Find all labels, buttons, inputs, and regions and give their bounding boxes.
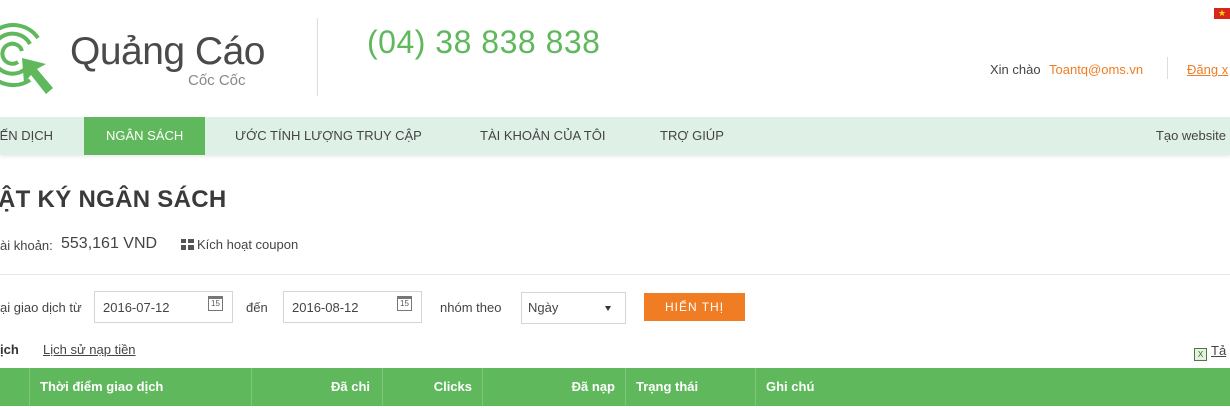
column-header-status[interactable]: Trạng thái	[626, 368, 756, 406]
calendar-icon[interactable]: 15	[397, 296, 412, 311]
header-divider	[317, 18, 318, 96]
show-button[interactable]: HIỂN THỊ	[644, 293, 745, 321]
user-divider	[1167, 57, 1168, 79]
nav-item-campaigns[interactable]: IẾN DỊCH	[0, 117, 53, 155]
nav-item-traffic-estimate[interactable]: ƯỚC TÍNH LƯỢNG TRUY CẬP	[235, 117, 422, 155]
user-email-link[interactable]: Toantq@oms.vn	[1049, 62, 1143, 77]
nav-item-help[interactable]: TRỢ GIÚP	[660, 117, 724, 155]
column-header-clicks[interactable]: Clicks	[383, 368, 483, 406]
column-header-spent[interactable]: Đã chi	[252, 368, 383, 406]
logo-text: Quảng Cáo	[70, 30, 265, 73]
gift-icon	[181, 239, 194, 250]
hotline-phone: (04) 38 838 838	[367, 24, 601, 60]
column-header-time[interactable]: Thời điểm giao dịch	[30, 368, 252, 406]
vietnam-flag-icon[interactable]: ★	[1214, 8, 1230, 19]
column-header-note[interactable]: Ghi chú	[756, 368, 1230, 406]
nav-create-website[interactable]: Tạo website	[1156, 117, 1226, 155]
date-from-label: ại giao dịch từ	[0, 300, 82, 315]
calendar-icon[interactable]: 15	[208, 296, 223, 311]
header: Quảng Cáo Cốc Cốc (04) 38 838 838 ★ Xin …	[0, 0, 1230, 117]
logo-icon[interactable]	[0, 8, 65, 100]
logo-subtext: Cốc Cốc	[188, 72, 246, 89]
group-by-label: nhóm theo	[440, 300, 502, 315]
coupon-label: Kích hoạt coupon	[197, 237, 299, 252]
activate-coupon-link[interactable]: Kích hoạt coupon	[181, 237, 298, 252]
tab-topup-history[interactable]: Lịch sử nạp tiền	[43, 342, 136, 357]
date-to-label: đến	[246, 300, 268, 315]
date-to-value: 2016-08-12	[292, 300, 359, 315]
balance-value: 553,161 VND	[61, 235, 158, 252]
balance-label: ài khoản:	[0, 238, 53, 253]
table-header: Thời điểm giao dịch Đã chi Clicks Đã nạp…	[0, 368, 1230, 406]
excel-icon: X	[1194, 348, 1207, 361]
column-header-index	[0, 368, 30, 406]
page-title: ẬT KÝ NGÂN SÁCH	[0, 186, 227, 213]
main-nav: IẾN DỊCH NGÂN SÁCH ƯỚC TÍNH LƯỢNG TRUY C…	[0, 117, 1230, 155]
nav-item-budget[interactable]: NGÂN SÁCH	[84, 117, 206, 155]
group-by-value: Ngày	[528, 300, 559, 315]
date-from-input[interactable]: 2016-07-12 15	[94, 291, 233, 323]
logout-link[interactable]: Đăng x	[1187, 62, 1228, 77]
download-link[interactable]: X Tả	[1194, 343, 1226, 361]
tab-transactions[interactable]: ịch	[0, 342, 19, 357]
chevron-down-icon	[605, 306, 611, 311]
date-from-value: 2016-07-12	[103, 300, 170, 315]
section-divider	[0, 274, 1230, 275]
group-by-select[interactable]: Ngày	[521, 292, 626, 324]
nav-item-my-account[interactable]: TÀI KHOẢN CỦA TÔI	[480, 117, 605, 155]
download-label: Tả	[1211, 343, 1227, 358]
date-to-input[interactable]: 2016-08-12 15	[283, 291, 422, 323]
greeting-text: Xin chào	[990, 62, 1041, 77]
column-header-deposited[interactable]: Đã nạp	[483, 368, 626, 406]
